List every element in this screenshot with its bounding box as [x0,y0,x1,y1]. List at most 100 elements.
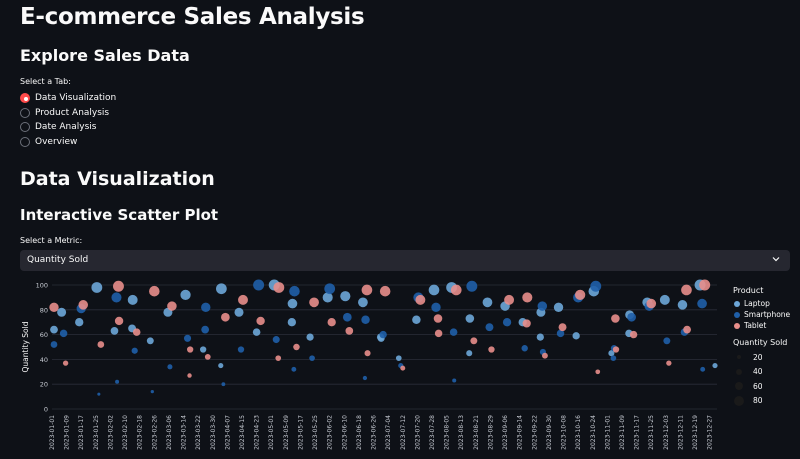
x-tick-label: 2023-08-21 [473,415,480,450]
scatter-point-laptop [466,350,473,357]
legend-label: Laptop [744,299,770,308]
scatter-point-smartphone [167,364,173,370]
scatter-point-tablet [132,328,141,336]
scatter-point-tablet [681,284,692,296]
x-tick-label: 2023-06-02 [327,415,334,450]
x-tick-label: 2023-09-30 [546,415,553,450]
scatter-point-smartphone [452,378,457,383]
radio-date-analysis[interactable]: Date Analysis [20,120,116,135]
scatter-point-laptop [199,346,207,353]
x-tick-label: 2023-03-06 [166,415,173,450]
scatter-point-tablet [275,355,282,362]
scatter-point-laptop [57,307,67,317]
x-tick-label: 2023-06-10 [341,415,348,450]
radio-dot[interactable] [20,93,30,104]
radio-dot[interactable] [20,107,30,118]
legend-title-product: Product [733,286,764,295]
scatter-point-laptop [91,282,103,293]
size-label: 60 [753,381,763,391]
scatter-point-smartphone [537,301,548,311]
scatter-point-smartphone [610,355,617,362]
x-tick-label: 2023-01-17 [78,415,85,450]
x-tick-label: 2023-12-19 [692,415,699,450]
scatter-point-tablet [273,282,285,293]
radio-overview[interactable]: Overview [20,135,116,150]
metric-select[interactable]: Quantity Sold [20,250,790,271]
x-tick-label: 2023-02-26 [151,415,158,450]
scatter-point-smartphone [431,302,441,313]
scatter-point-smartphone [502,318,512,327]
scatter-point-smartphone [466,280,478,292]
size-label: 20 [753,352,763,362]
x-tick-label: 2023-04-07 [224,415,231,450]
size-swatch [735,382,743,391]
scatter-point-tablet [666,360,672,366]
x-tick-label: 2023-07-20 [414,415,421,450]
scatter-point-laptop [340,291,351,302]
scatter-point-laptop [234,307,244,317]
legend-item-laptop[interactable]: Laptop [733,298,790,309]
x-tick-label: 2023-05-17 [297,415,304,450]
radio-dot[interactable] [20,122,30,133]
scatter-point-laptop [110,327,119,335]
scatter-point-tablet [62,360,69,366]
size-swatch [736,368,742,375]
chevron-down-icon[interactable] [770,253,782,265]
x-tick-label: 2023-11-09 [619,415,626,450]
scatter-point-tablet [361,284,373,296]
scatter-point-tablet [699,279,711,291]
scatter-point-tablet [450,284,462,296]
scatter-point-smartphone [201,325,210,334]
legend-label: Tablet [744,321,767,330]
scatter-point-laptop [127,294,138,305]
size-legend-item: 60 [733,379,790,394]
scatter-point-laptop [218,363,224,369]
scatter-point-laptop [465,314,475,323]
scatter-point-smartphone [361,315,370,324]
y-tick-label: 80 [40,306,48,314]
chart-legend: Product Laptop Smartphone Tablet Quantit… [733,286,790,408]
radio-data-visualization[interactable]: Data Visualization [20,91,116,106]
size-swatch [734,395,744,406]
legend-item-tablet[interactable]: Tablet [733,320,790,331]
scatter-point-laptop [677,300,688,310]
scatter-point-smartphone [221,382,226,387]
x-tick-label: 2023-11-17 [634,415,641,450]
scatter-point-smartphone [201,302,211,313]
x-tick-label: 2023-01-01 [49,415,56,450]
scatter-point-smartphone [379,330,387,339]
x-tick-label: 2023-05-25 [312,415,319,450]
scatter-point-tablet [434,329,443,338]
size-legend-item: 80 [733,394,790,409]
scatter-point-smartphone [663,337,671,345]
scatter-point-smartphone [289,285,300,297]
scatter-point-smartphone [291,366,297,372]
radio-product-analysis[interactable]: Product Analysis [20,106,116,121]
x-tick-label: 2023-06-26 [371,415,378,450]
x-tick-label: 2023-11-01 [604,415,611,450]
x-tick-label: 2023-10-08 [561,415,568,450]
scatter-point-laptop [482,297,493,308]
y-tick-label: 40 [40,356,48,364]
radio-label: Overview [35,136,78,147]
x-tick-label: 2023-01-09 [64,415,71,450]
scatter-point-smartphone [131,347,138,354]
x-tick-label: 2023-04-15 [239,415,246,450]
legend-swatch [734,300,740,307]
scatter-point-laptop [306,333,314,341]
radio-dot[interactable] [20,136,30,147]
scatter-point-tablet [488,346,495,353]
scatter-plot[interactable]: 0 20 40 60 80 100 Quantity Sold 2023-01-01 2023-… [0,276,730,459]
legend-swatch [734,311,740,318]
scatter-point-laptop [358,297,368,308]
x-tick-label: 2023-09-14 [517,415,524,450]
scatter-point-tablet [78,300,89,310]
x-tick-label: 2023-06-18 [356,415,363,450]
scatter-point-laptop [659,294,670,305]
scatter-point-laptop [252,328,261,336]
y-axis-label: Quantity Sold [21,321,30,372]
radio-label: Product Analysis [35,107,110,118]
scatter-point-tablet [187,373,192,378]
legend-item-smartphone[interactable]: Smartphone [733,309,790,320]
size-label: 80 [753,396,763,406]
